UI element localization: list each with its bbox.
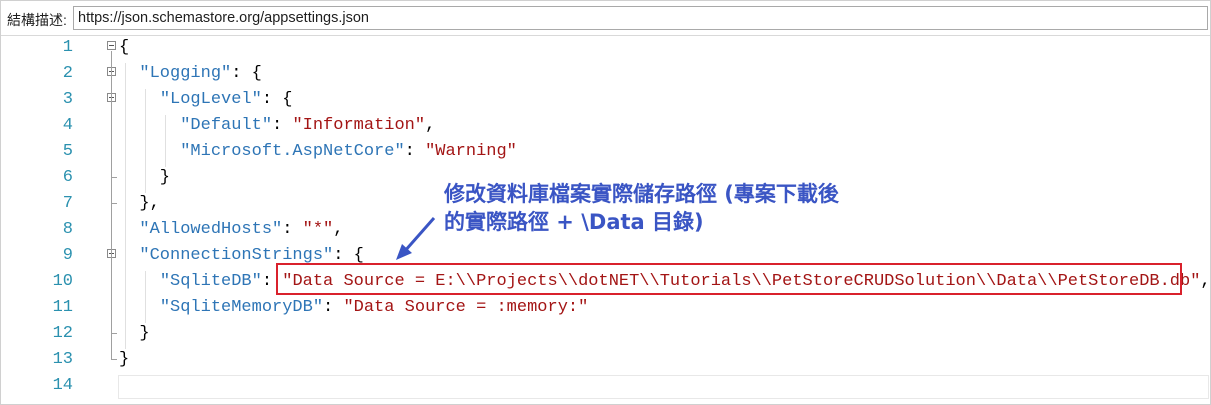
line-number: 12 [52,324,73,343]
line-number: 4 [62,116,73,135]
json-punct: , [333,220,344,239]
line-number: 2 [62,64,73,83]
line-number: 5 [62,142,73,161]
line-number: 7 [62,194,73,213]
current-line-highlight [118,375,1209,399]
annotation-line-2: 的實際路徑 + \Data 目錄) [444,210,704,234]
code-line[interactable]: 1{ [1,35,1210,61]
line-number: 3 [62,90,73,109]
fold-end [111,333,117,334]
code-line[interactable]: 13} [1,347,1210,373]
json-punct: : [282,220,303,239]
code-text: } [119,348,129,372]
code-line[interactable]: 4 "Default": "Information", [1,113,1210,139]
indent-guide [145,89,146,193]
json-key: "Default" [180,116,273,135]
json-punct: : [323,298,344,317]
json-string: "Data Source = :memory:" [343,298,589,317]
line-number: 1 [62,38,73,57]
json-key: "SqliteMemoryDB" [159,298,324,317]
fold-end [111,203,117,204]
indent-guide [165,115,166,167]
indent-guide [145,271,146,323]
fold-end [111,359,117,360]
json-punct: : [272,116,293,135]
fold-end [111,177,117,178]
json-punct: : [404,142,426,161]
code-line[interactable]: 3 "LogLevel": { [1,87,1210,113]
annotation-arrow-icon [396,217,436,260]
json-string: "*" [302,220,334,239]
line-number: 9 [62,246,73,265]
schema-url-input[interactable] [73,6,1208,30]
json-punct: , [1200,272,1211,291]
indent-guide [125,63,126,349]
json-string: "Information" [292,116,426,135]
code-line[interactable]: 11 "SqliteMemoryDB": "Data Source = :mem… [1,295,1210,321]
schema-label: 結構描述: [7,12,67,28]
code-line[interactable]: 12 } [1,321,1210,347]
code-line[interactable]: 2 "Logging": { [1,61,1210,87]
json-punct: } [119,350,130,369]
line-number: 6 [62,168,73,187]
code-text: "AllowedHosts": "*", [119,218,343,242]
line-number: 13 [52,350,73,369]
line-number: 11 [52,298,73,317]
line-number: 8 [62,220,73,239]
code-text: "Logging": { [119,62,262,86]
json-punct: } [119,324,150,343]
json-key: "Microsoft.AspNetCore" [180,142,405,161]
code-text: } [119,322,150,346]
code-text: "Microsoft.AspNetCore": "Warning" [119,140,517,164]
code-line[interactable]: 5 "Microsoft.AspNetCore": "Warning" [1,139,1210,165]
line-number: 10 [52,272,73,291]
code-text: "Default": "Information", [119,114,435,138]
json-key: "Logging" [139,64,232,83]
code-text: "SqliteMemoryDB": "Data Source = :memory… [119,296,588,320]
json-punct [119,142,180,161]
annotation-text: 修改資料庫檔案實際儲存路徑 (專案下載後 的實際路徑 + \Data 目錄) [444,180,914,236]
collapse-icon[interactable] [107,41,116,50]
json-punct: , [425,116,436,135]
code-text: { [119,36,129,60]
json-punct [119,116,180,135]
fold-rail [111,103,112,177]
json-punct [119,246,139,265]
line-number: 14 [52,376,73,395]
json-key: "LogLevel" [159,90,262,109]
json-key: "SqliteDB" [159,272,262,291]
annotation-line-1: 修改資料庫檔案實際儲存路徑 (專案下載後 [444,182,839,206]
json-punct [119,220,139,239]
json-punct: { [119,38,130,57]
fold-rail [111,259,112,333]
highlight-box [276,263,1182,295]
json-key: "AllowedHosts" [139,220,283,239]
schema-bar: 結構描述: [1,1,1210,36]
json-punct: : { [231,64,262,83]
json-punct [119,64,139,83]
json-string: "Warning" [425,142,517,161]
json-punct: : { [261,90,293,109]
